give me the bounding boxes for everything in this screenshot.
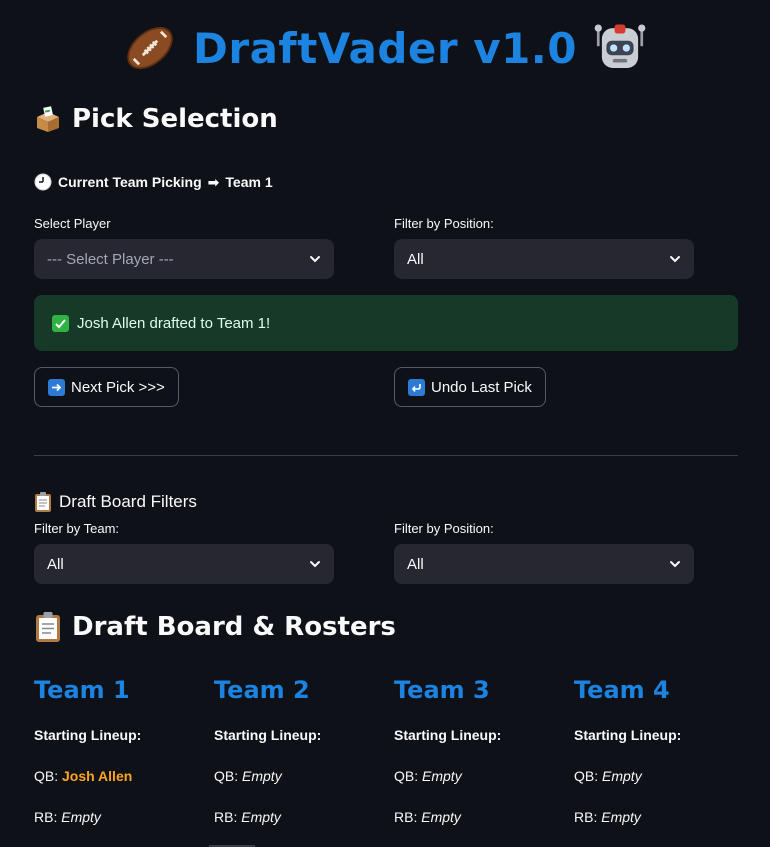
current-team-picking: Current Team Picking ➡ Team 1 (34, 173, 273, 191)
undo-last-pick-button[interactable]: Undo Last Pick (394, 367, 546, 407)
starting-lineup-label: Starting Lineup: (214, 727, 322, 743)
roster-slot-qb: QB: Empty (214, 768, 282, 784)
filter-team-dropdown[interactable]: All (34, 544, 334, 584)
football-icon (127, 26, 173, 70)
team-column: Team 3 Starting Lineup: QB: Empty RB: Em… (394, 676, 574, 829)
team-name: Team 2 (214, 676, 310, 704)
board-filter-position-label: Filter by Position: (394, 521, 494, 536)
starting-lineup-label: Starting Lineup: (394, 727, 502, 743)
team-name: Team 3 (394, 676, 490, 704)
check-icon (52, 314, 69, 332)
arrow-right-icon (48, 378, 65, 396)
drafted-player: Josh Allen (62, 768, 133, 784)
success-message: Josh Allen drafted to Team 1! (77, 314, 271, 332)
roster-slot-qb: QB: Empty (574, 768, 642, 784)
section-divider (34, 455, 738, 456)
clipboard-icon (36, 612, 60, 642)
chevron-down-icon (670, 561, 680, 568)
team-column: Team 4 Starting Lineup: QB: Empty RB: Em… (574, 676, 754, 829)
team-name: Team 4 (574, 676, 670, 704)
filter-team-label: Filter by Team: (34, 521, 120, 536)
ballot-box-icon (37, 106, 59, 132)
roster-slot-rb: RB: Empty (574, 809, 641, 825)
starting-lineup-label: Starting Lineup: (34, 727, 142, 743)
robot-icon (594, 24, 646, 68)
roster-slot-rb: RB: Empty (34, 809, 101, 825)
select-player-dropdown[interactable]: --- Select Player --- (34, 239, 334, 279)
roster-slot-qb: QB: Empty (394, 768, 462, 784)
draft-board-heading: Draft Board & Rosters (34, 612, 396, 642)
roster-slot-rb: RB: Empty (214, 809, 281, 825)
roster-slot-rb: RB: Empty (394, 809, 461, 825)
undo-arrow-icon (408, 378, 425, 396)
pick-selection-heading: Pick Selection (34, 104, 278, 134)
team-column: Team 2 Starting Lineup: QB: Empty RB: Em… (214, 676, 394, 829)
arrow-right-icon: ➡ (207, 173, 220, 190)
starting-lineup-label: Starting Lineup: (574, 727, 682, 743)
success-alert: Josh Allen drafted to Team 1! (34, 295, 738, 351)
chevron-down-icon (310, 561, 320, 568)
app-title: DraftVader v1.0 (193, 23, 577, 73)
team-name: Team 1 (34, 676, 130, 704)
roster-slot-qb: QB: Josh Allen (34, 768, 133, 784)
chevron-down-icon (670, 256, 680, 263)
chevron-down-icon (310, 256, 320, 263)
clipboard-icon (35, 492, 51, 512)
next-pick-button[interactable]: Next Pick >>> (34, 367, 179, 407)
current-team-label: Current Team Picking (58, 174, 202, 190)
select-player-label: Select Player (34, 216, 111, 231)
clock-icon (34, 173, 52, 191)
team-column: Team 1 Starting Lineup: QB: Josh Allen R… (34, 676, 214, 829)
filter-position-dropdown[interactable]: All (394, 239, 694, 279)
draft-board-filters-heading: Draft Board Filters (34, 492, 197, 512)
filter-position-label: Filter by Position: (394, 216, 494, 231)
current-team-value: Team 1 (225, 174, 273, 190)
app-header: DraftVader v1.0 (0, 18, 770, 78)
board-filter-position-dropdown[interactable]: All (394, 544, 694, 584)
